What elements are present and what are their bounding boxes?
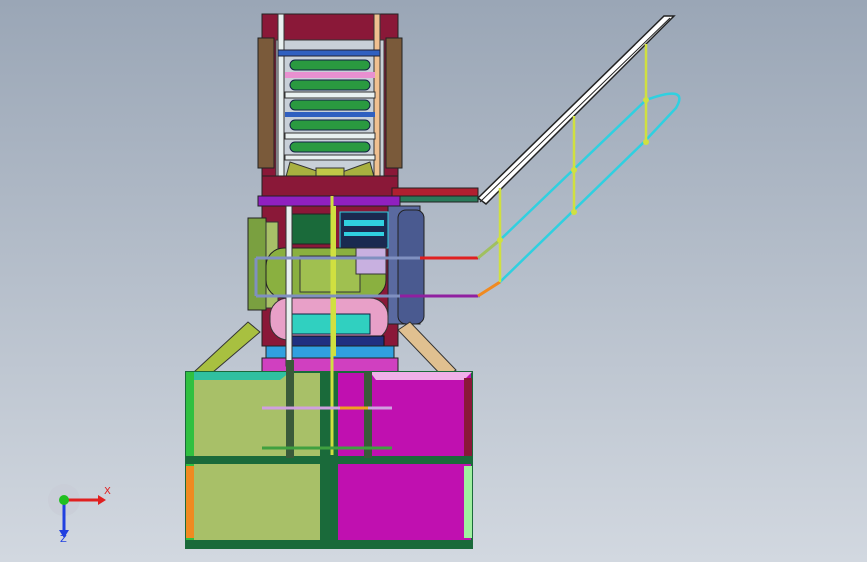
coordinate-triad: X Z	[40, 478, 120, 548]
lower-hopper-left[interactable]	[185, 371, 331, 549]
model-view[interactable]	[0, 0, 867, 562]
x-axis-label: X	[104, 486, 111, 497]
z-axis-label: Z	[60, 534, 67, 545]
cad-viewport[interactable]: X Z	[0, 0, 867, 562]
lower-hopper-right[interactable]	[329, 371, 473, 549]
